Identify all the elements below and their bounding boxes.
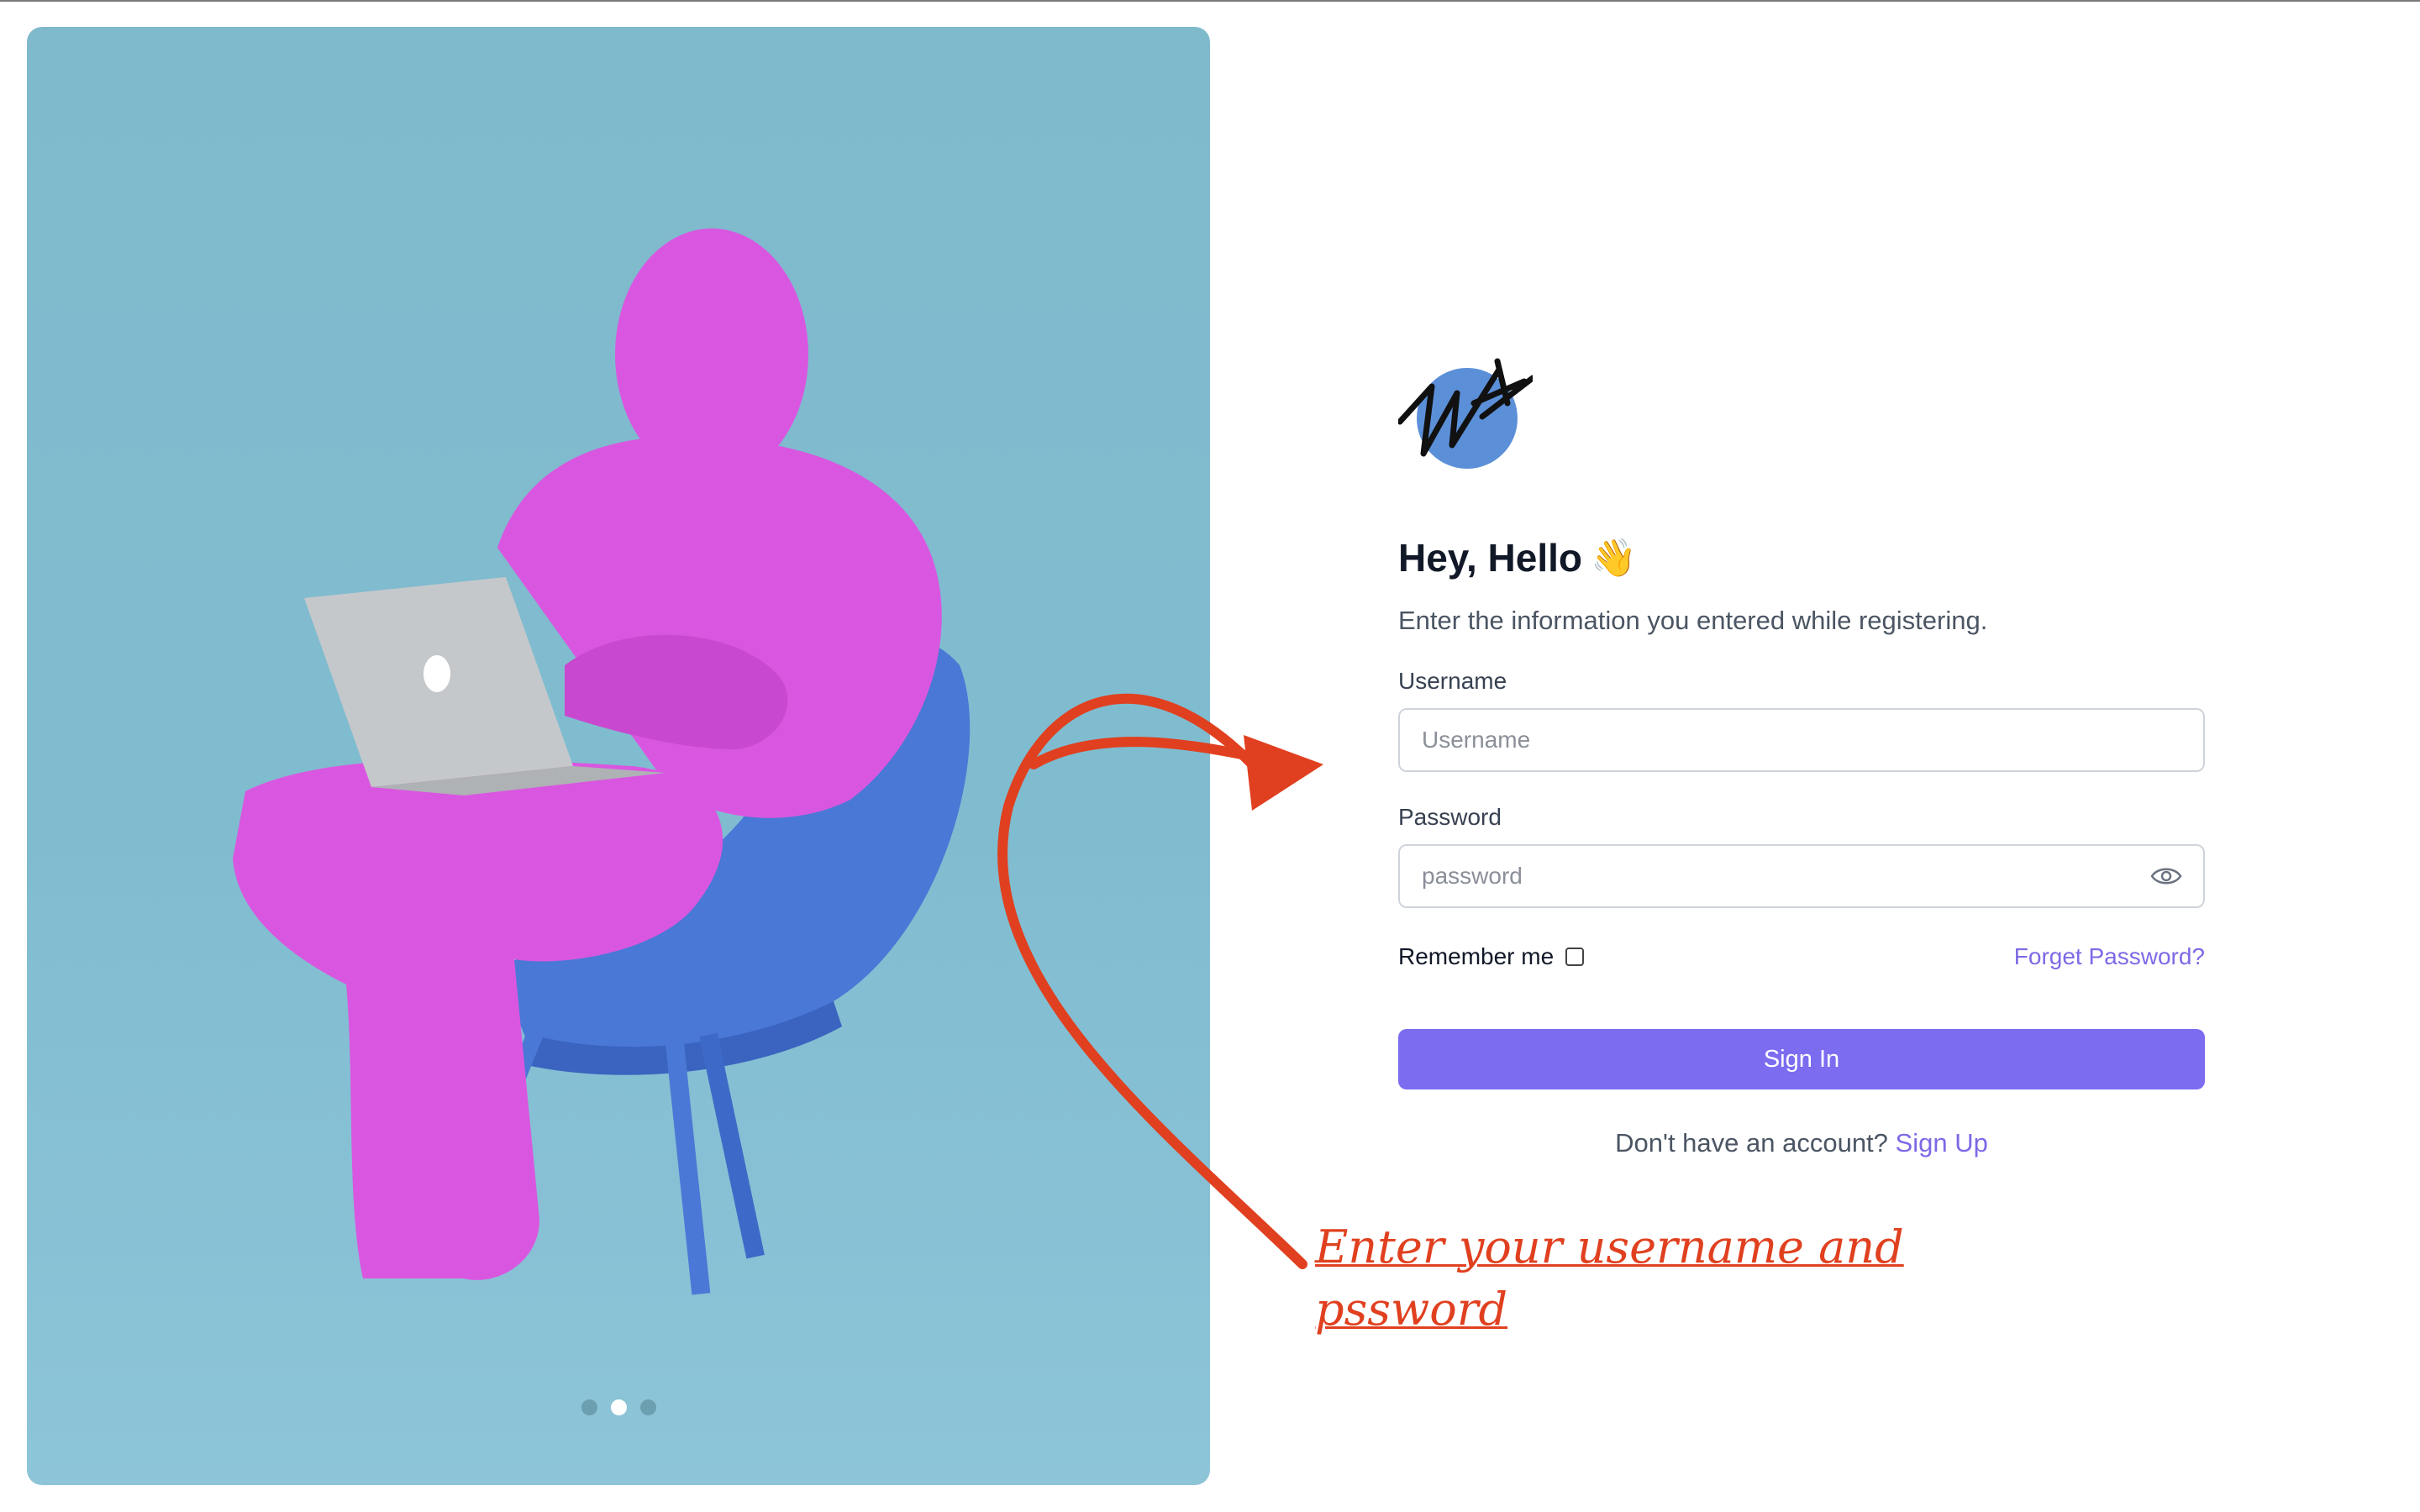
password-field-container	[1398, 844, 2205, 908]
scribble-logo-icon	[1397, 358, 1536, 469]
remember-me: Remember me	[1398, 943, 1585, 970]
carousel-dot-2[interactable]	[610, 1399, 627, 1415]
username-label: Username	[1398, 668, 1507, 694]
username-field-container	[1398, 708, 2205, 772]
sign-up-link[interactable]: Sign Up	[1896, 1128, 1988, 1158]
sign-in-button[interactable]: Sign In	[1398, 1029, 2205, 1089]
username-input[interactable]	[1420, 726, 2183, 754]
top-border	[0, 0, 2420, 2]
title-text: Hey, Hello	[1398, 536, 1582, 580]
carousel-dot-3[interactable]	[639, 1399, 656, 1415]
subtitle: Enter the information you entered while …	[1398, 606, 1988, 635]
carousel-dots	[27, 1399, 1210, 1415]
annotation-note: Enter your username and pssword	[1315, 1221, 1904, 1336]
furry-character	[233, 228, 942, 1280]
options-row: Remember me Forget Password?	[1398, 943, 2205, 970]
hero-illustration	[233, 228, 971, 1295]
signup-prompt: Don't have an account?	[1615, 1128, 1888, 1158]
password-label: Password	[1398, 804, 1502, 830]
signup-row: Don't have an account? Sign Up	[1398, 1128, 2205, 1158]
hero-panel	[27, 27, 1210, 1485]
eye-icon[interactable]	[2149, 864, 2183, 889]
carousel-dot-1[interactable]	[581, 1399, 597, 1415]
remember-me-checkbox[interactable]	[1565, 948, 1585, 966]
password-input[interactable]	[1420, 862, 2149, 890]
forgot-password-link[interactable]: Forget Password?	[2014, 943, 2205, 970]
login-form: Hey, Hello 👋 Enter the information you e…	[1397, 353, 2205, 1158]
page-title: Hey, Hello 👋	[1398, 535, 2205, 580]
waving-hand-icon: 👋	[1591, 538, 1637, 579]
remember-me-label: Remember me	[1398, 943, 1555, 969]
